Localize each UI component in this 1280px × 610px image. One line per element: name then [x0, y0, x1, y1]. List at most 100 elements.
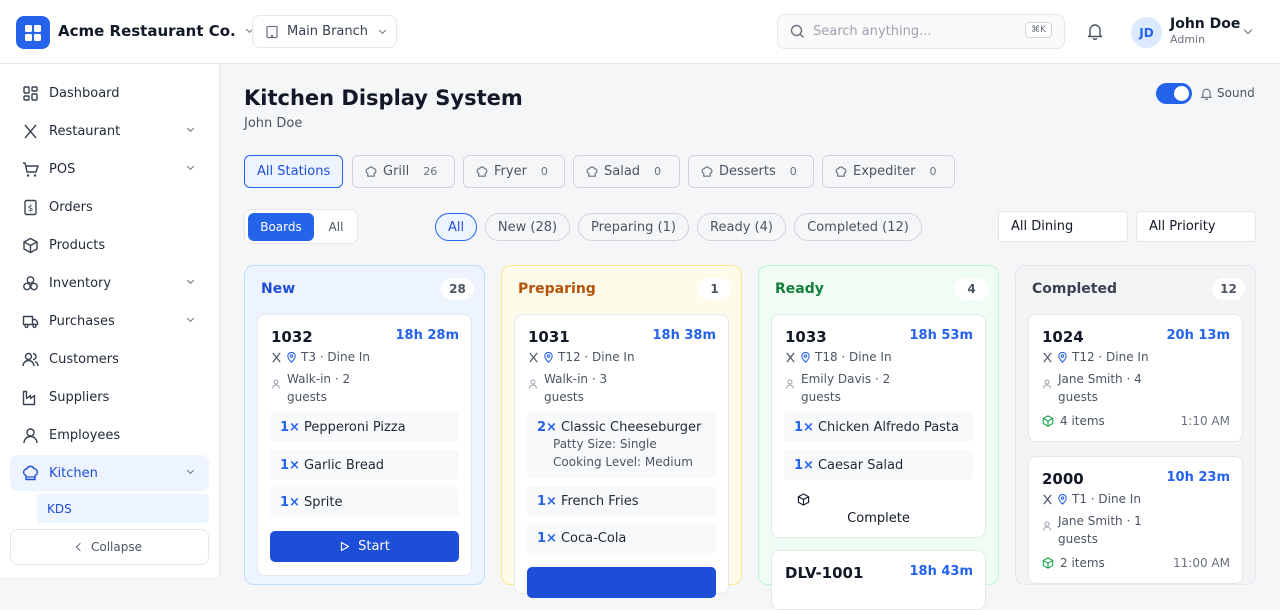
- sidebar-item-label: Kitchen: [49, 465, 98, 481]
- order-item: 1× Garlic Bread: [270, 450, 459, 480]
- order-elapsed-time: 18h 53m: [909, 328, 973, 343]
- order-item: 1× Pepperoni Pizza: [270, 412, 459, 442]
- priority-filter-select[interactable]: All Priority: [1136, 211, 1256, 242]
- order-card[interactable]: 1031 18h 38m T12 · Dine In Walk-in · 3 g…: [514, 314, 729, 598]
- view-boards-button[interactable]: Boards: [248, 213, 314, 241]
- sidebar-item-customers[interactable]: Customers: [10, 341, 209, 377]
- package-icon: [1042, 557, 1054, 569]
- order-item: 1× French Fries: [527, 486, 716, 516]
- order-id: 1031: [528, 328, 570, 346]
- sidebar-item-employees[interactable]: Employees: [10, 417, 209, 453]
- station-tab-salad[interactable]: Salad 0: [573, 155, 680, 188]
- sidebar-item-kitchen[interactable]: Kitchen: [10, 455, 209, 491]
- view-all-button[interactable]: All: [317, 213, 355, 241]
- order-elapsed-time: 20h 13m: [1166, 328, 1230, 343]
- chevron-down-icon: [186, 276, 195, 285]
- app-logo-icon[interactable]: [16, 16, 50, 49]
- sidebar-item-label: Employees: [49, 427, 121, 443]
- column-new: New 28 1032 18h 28m T3 · Dine In Walk-in…: [244, 265, 485, 585]
- company-switcher[interactable]: Acme Restaurant Co.: [58, 22, 254, 40]
- top-bar: Acme Restaurant Co. Main Branch Search a…: [0, 0, 1280, 64]
- map-pin-icon: [1058, 493, 1067, 505]
- sidebar-item-label: Restaurant: [49, 123, 121, 139]
- chevron-down-icon: [378, 26, 387, 34]
- station-label: Fryer: [494, 164, 527, 179]
- order-id: 1032: [271, 328, 313, 346]
- chevron-down-icon: [186, 162, 195, 171]
- order-customer: Walk-in · 2 guests: [271, 370, 377, 406]
- box-icon: [22, 237, 49, 254]
- user-name[interactable]: John Doe: [1170, 16, 1240, 32]
- order-meta: T3 · Dine In: [271, 350, 370, 364]
- station-count: 0: [789, 165, 797, 178]
- order-id: 1024: [1042, 328, 1084, 346]
- search-placeholder: Search anything...: [813, 24, 932, 39]
- sidebar-item-suppliers[interactable]: Suppliers: [10, 379, 209, 415]
- order-id: DLV-1001: [785, 564, 864, 582]
- station-tab-grill[interactable]: Grill 26: [352, 155, 455, 188]
- receipt-icon: $: [22, 199, 49, 216]
- order-item: 1× Sprite: [270, 487, 459, 517]
- order-item: 2× Classic Cheeseburger Patty Size: Singl…: [527, 412, 716, 478]
- search-input[interactable]: Search anything... ⌘K: [777, 14, 1065, 49]
- order-card[interactable]: 2000 10h 23m T1 · Dine In Jane Smith · 1 gu…: [1028, 456, 1243, 584]
- map-pin-icon: [287, 351, 296, 363]
- chef-hat-icon: [365, 165, 377, 177]
- order-id: 1033: [785, 328, 827, 346]
- utensils-icon: [529, 352, 538, 362]
- chevron-down-icon[interactable]: [1243, 25, 1253, 35]
- station-count: 26: [423, 165, 438, 178]
- status-filter-pill[interactable]: Preparing (1): [578, 213, 689, 241]
- station-tab-fryer[interactable]: Fryer 0: [463, 155, 565, 188]
- sidebar-item-products[interactable]: Products: [10, 227, 209, 263]
- order-customer: Walk-in · 3 guests: [528, 370, 634, 406]
- order-completed-time: 11:00 AM: [1173, 556, 1230, 570]
- station-label: Grill: [383, 164, 410, 179]
- page-subtitle: John Doe: [244, 116, 303, 131]
- collapse-sidebar-button[interactable]: Collapse: [10, 529, 209, 565]
- order-customer: Emily Davis · 2 guests: [785, 370, 911, 406]
- sidebar-subitem-kds[interactable]: KDS: [37, 494, 209, 523]
- utensils-icon: [272, 352, 281, 362]
- dining-filter-select[interactable]: All Dining: [998, 211, 1128, 242]
- sidebar-item-purchases[interactable]: Purchases: [10, 303, 209, 339]
- page-title: Kitchen Display System: [244, 86, 523, 110]
- sidebar-item-restaurant[interactable]: Restaurant: [10, 113, 209, 149]
- sidebar-item-inventory[interactable]: Inventory: [10, 265, 209, 301]
- status-filter-pill[interactable]: Completed (12): [794, 213, 922, 241]
- sidebar-item-pos[interactable]: POS: [10, 151, 209, 187]
- sidebar-item-label: Inventory: [49, 275, 112, 291]
- package-icon: [1042, 415, 1054, 427]
- map-pin-icon: [544, 351, 553, 363]
- station-count: 0: [929, 165, 937, 178]
- svg-text:$: $: [28, 204, 34, 214]
- order-card[interactable]: 1032 18h 28m T3 · Dine In Walk-in · 2 gu…: [257, 314, 472, 576]
- view-toggle: Boards All: [244, 209, 358, 244]
- sound-toggle[interactable]: [1156, 83, 1192, 104]
- status-filter-pill[interactable]: Ready (4): [697, 213, 786, 241]
- search-icon: [790, 24, 804, 38]
- station-tab-expediter[interactable]: Expediter 0: [822, 155, 955, 188]
- order-card[interactable]: DLV-1001 18h 43m: [771, 550, 986, 610]
- status-filter-pill[interactable]: All: [435, 213, 477, 241]
- column-preparing: Preparing 1 1031 18h 38m T12 · Dine In W…: [501, 265, 742, 598]
- notifications-bell-icon[interactable]: [1086, 22, 1104, 44]
- branch-selector[interactable]: Main Branch: [252, 15, 397, 48]
- station-tab-desserts[interactable]: Desserts 0: [688, 155, 814, 188]
- column-title: Ready: [775, 281, 824, 297]
- station-tab-all-stations[interactable]: All Stations: [244, 155, 343, 188]
- order-card[interactable]: 1024 20h 13m T12 · Dine In Jane Smith · 4 g…: [1028, 314, 1243, 442]
- utensils-icon: [22, 123, 49, 140]
- complete-order-button[interactable]: Complete: [784, 491, 973, 531]
- status-filter-pill[interactable]: New (28): [485, 213, 570, 241]
- company-name: Acme Restaurant Co.: [58, 22, 236, 40]
- chevron-down-icon: [186, 124, 195, 133]
- column-completed: Completed 12 1024 20h 13m T12 · Dine In Jan…: [1015, 265, 1256, 585]
- mark-ready-button[interactable]: [527, 567, 716, 598]
- sidebar-item-orders[interactable]: $ Orders: [10, 189, 209, 225]
- avatar[interactable]: JD: [1131, 17, 1162, 48]
- start-order-button[interactable]: Start: [270, 531, 459, 562]
- order-item-count: 4 items: [1042, 414, 1105, 428]
- sidebar-item-dashboard[interactable]: Dashboard: [10, 75, 209, 111]
- order-card[interactable]: 1033 18h 53m T18 · Dine In Emily Davis ·…: [771, 314, 986, 538]
